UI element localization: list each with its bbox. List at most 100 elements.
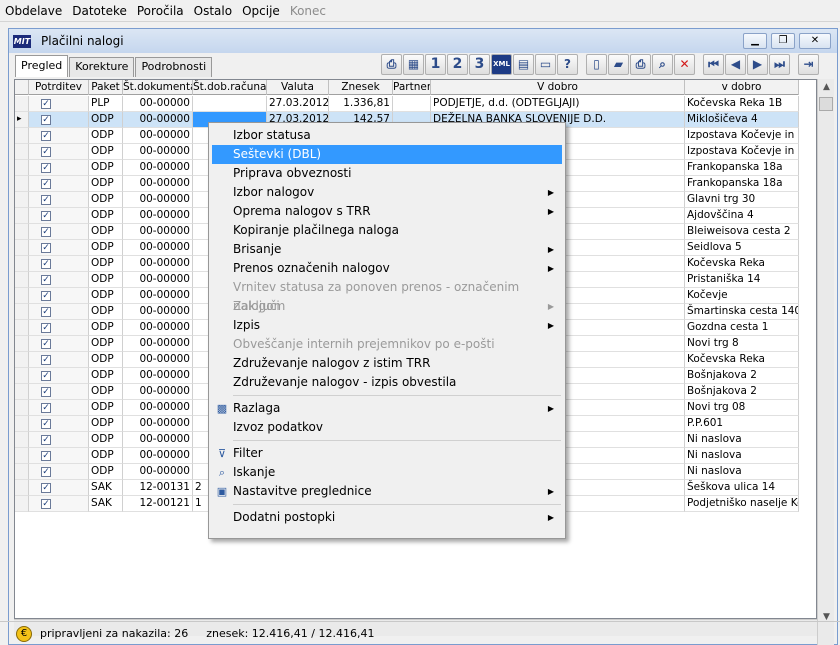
checkbox[interactable]: ✓ xyxy=(41,131,51,141)
col-header-9[interactable]: v dobro xyxy=(685,80,799,95)
col-header-6[interactable]: Znesek xyxy=(329,80,393,95)
vertical-scrollbar[interactable]: ▲ ▼ xyxy=(817,79,834,645)
digit-2-icon[interactable]: 2 xyxy=(447,54,468,75)
tab-1[interactable]: Korekture xyxy=(69,57,135,77)
cell-1[interactable]: ✓ xyxy=(29,480,89,496)
checkbox[interactable]: ✓ xyxy=(41,291,51,301)
cell-1[interactable]: ✓ xyxy=(29,464,89,480)
cell-1[interactable]: ✓ xyxy=(29,144,89,160)
printer-icon[interactable]: ⎙ xyxy=(381,54,402,75)
cell-1[interactable]: ✓ xyxy=(29,128,89,144)
context-menu-item[interactable]: Prenos označenih nalogov ▶ xyxy=(212,259,562,278)
cell-1[interactable]: ✓ xyxy=(29,496,89,512)
context-menu-item[interactable]: Izbor statusa xyxy=(212,126,562,145)
checkbox[interactable]: ✓ xyxy=(41,179,51,189)
checkbox[interactable]: ✓ xyxy=(41,115,51,125)
checkbox[interactable]: ✓ xyxy=(41,355,51,365)
tab-0[interactable]: Pregled xyxy=(15,55,69,77)
xml-icon[interactable]: XML xyxy=(491,54,512,75)
col-header-8[interactable]: V dobro xyxy=(431,80,685,95)
scroll-up-icon[interactable]: ▲ xyxy=(818,79,835,96)
checkbox[interactable]: ✓ xyxy=(41,195,51,205)
context-menu-item[interactable]: Izvoz podatkov xyxy=(212,418,562,437)
checkbox[interactable]: ✓ xyxy=(41,435,51,445)
checkbox[interactable]: ✓ xyxy=(41,227,51,237)
menu-0[interactable]: Obdelave xyxy=(0,4,67,18)
table-row[interactable]: ✓ PLP 00-00000 27.03.2012 1.336,81 PODJETJE, … xyxy=(15,96,799,112)
context-menu-item[interactable]: Združevanje nalogov z istim TRR xyxy=(212,354,562,373)
cell-1[interactable]: ✓ xyxy=(29,96,89,112)
cell-1[interactable]: ✓ xyxy=(29,256,89,272)
last-record-icon[interactable]: ⏭ xyxy=(769,54,790,75)
menu-4[interactable]: Opcije xyxy=(237,4,285,18)
col-header-3[interactable]: Št.dokumenta xyxy=(123,80,193,95)
checkbox[interactable]: ✓ xyxy=(41,147,51,157)
print-icon[interactable]: ⎙ xyxy=(630,54,651,75)
col-header-7[interactable]: Partner xyxy=(393,80,431,95)
checkbox[interactable]: ✓ xyxy=(41,451,51,461)
context-menu-item[interactable]: Kopiranje plačilnega naloga xyxy=(212,221,562,240)
cell-1[interactable]: ✓ xyxy=(29,304,89,320)
new-doc-icon[interactable]: ▯ xyxy=(586,54,607,75)
col-header-5[interactable]: Valuta xyxy=(267,80,329,95)
checkbox[interactable]: ✓ xyxy=(41,307,51,317)
cell-1[interactable]: ✓ xyxy=(29,432,89,448)
context-menu-item[interactable]: Izbor nalogov ▶ xyxy=(212,183,562,202)
minimize-button[interactable]: ▁ xyxy=(743,33,767,49)
cell-1[interactable]: ✓ xyxy=(29,384,89,400)
menu-2[interactable]: Poročila xyxy=(132,4,189,18)
checkbox[interactable]: ✓ xyxy=(41,499,51,509)
next-record-icon[interactable]: ▶ xyxy=(747,54,768,75)
monitor-icon[interactable]: ▭ xyxy=(535,54,556,75)
context-menu-item[interactable]: Izpis ▶ xyxy=(212,316,562,335)
checkbox[interactable]: ✓ xyxy=(41,243,51,253)
restore-button[interactable]: ❐ xyxy=(771,33,795,49)
report-icon[interactable]: ▦ xyxy=(403,54,424,75)
checkbox[interactable]: ✓ xyxy=(41,387,51,397)
context-menu-item[interactable]: Združevanje nalogov - izpis obvestila xyxy=(212,373,562,392)
checkbox[interactable]: ✓ xyxy=(41,275,51,285)
cell-1[interactable]: ✓ xyxy=(29,240,89,256)
cell-1[interactable]: ✓ xyxy=(29,176,89,192)
checkbox[interactable]: ✓ xyxy=(41,371,51,381)
context-menu-item[interactable]: Brisanje ▶ xyxy=(212,240,562,259)
checkbox[interactable]: ✓ xyxy=(41,323,51,333)
checkbox[interactable]: ✓ xyxy=(41,483,51,493)
context-menu-item[interactable]: Oprema nalogov s TRR ▶ xyxy=(212,202,562,221)
col-header-1[interactable]: Potrditev xyxy=(29,80,89,95)
checkbox[interactable]: ✓ xyxy=(41,99,51,109)
cell-1[interactable]: ✓ xyxy=(29,272,89,288)
menu-1[interactable]: Datoteke xyxy=(67,4,132,18)
cell-1[interactable]: ✓ xyxy=(29,288,89,304)
first-record-icon[interactable]: ⏮ xyxy=(703,54,724,75)
cell-1[interactable]: ✓ xyxy=(29,160,89,176)
checkbox[interactable]: ✓ xyxy=(41,163,51,173)
menu-3[interactable]: Ostalo xyxy=(189,4,237,18)
col-header-4[interactable]: Št.dob.računa xyxy=(193,80,267,95)
tab-2[interactable]: Podrobnosti xyxy=(135,57,213,77)
search-icon[interactable]: ⌕ xyxy=(652,54,673,75)
context-menu-item[interactable]: Nastavitve preglednice ▣ ▶ xyxy=(212,482,562,501)
open-folder-icon[interactable]: ▰ xyxy=(608,54,629,75)
scroll-thumb[interactable] xyxy=(819,97,833,111)
cell-1[interactable]: ✓ xyxy=(29,320,89,336)
digit-3-icon[interactable]: 3 xyxy=(469,54,490,75)
calendar-icon[interactable]: ▤ xyxy=(513,54,534,75)
cell-1[interactable]: ✓ xyxy=(29,368,89,384)
close-button[interactable]: ✕ xyxy=(799,33,831,49)
exit-icon[interactable]: ⇥ xyxy=(798,54,819,75)
col-header-2[interactable]: Paket xyxy=(89,80,123,95)
checkbox[interactable]: ✓ xyxy=(41,419,51,429)
prev-record-icon[interactable]: ◀ xyxy=(725,54,746,75)
context-menu-item[interactable]: Iskanje ⌕ xyxy=(212,463,562,482)
col-header-0[interactable] xyxy=(15,80,29,95)
cell-1[interactable]: ✓ xyxy=(29,352,89,368)
cell-1[interactable]: ✓ xyxy=(29,448,89,464)
context-menu-item[interactable]: Seštevki (DBL) xyxy=(212,145,562,164)
checkbox[interactable]: ✓ xyxy=(41,403,51,413)
cell-1[interactable]: ✓ xyxy=(29,192,89,208)
cell-1[interactable]: ✓ xyxy=(29,112,89,128)
cell-1[interactable]: ✓ xyxy=(29,208,89,224)
checkbox[interactable]: ✓ xyxy=(41,339,51,349)
delete-icon[interactable]: ✕ xyxy=(674,54,695,75)
